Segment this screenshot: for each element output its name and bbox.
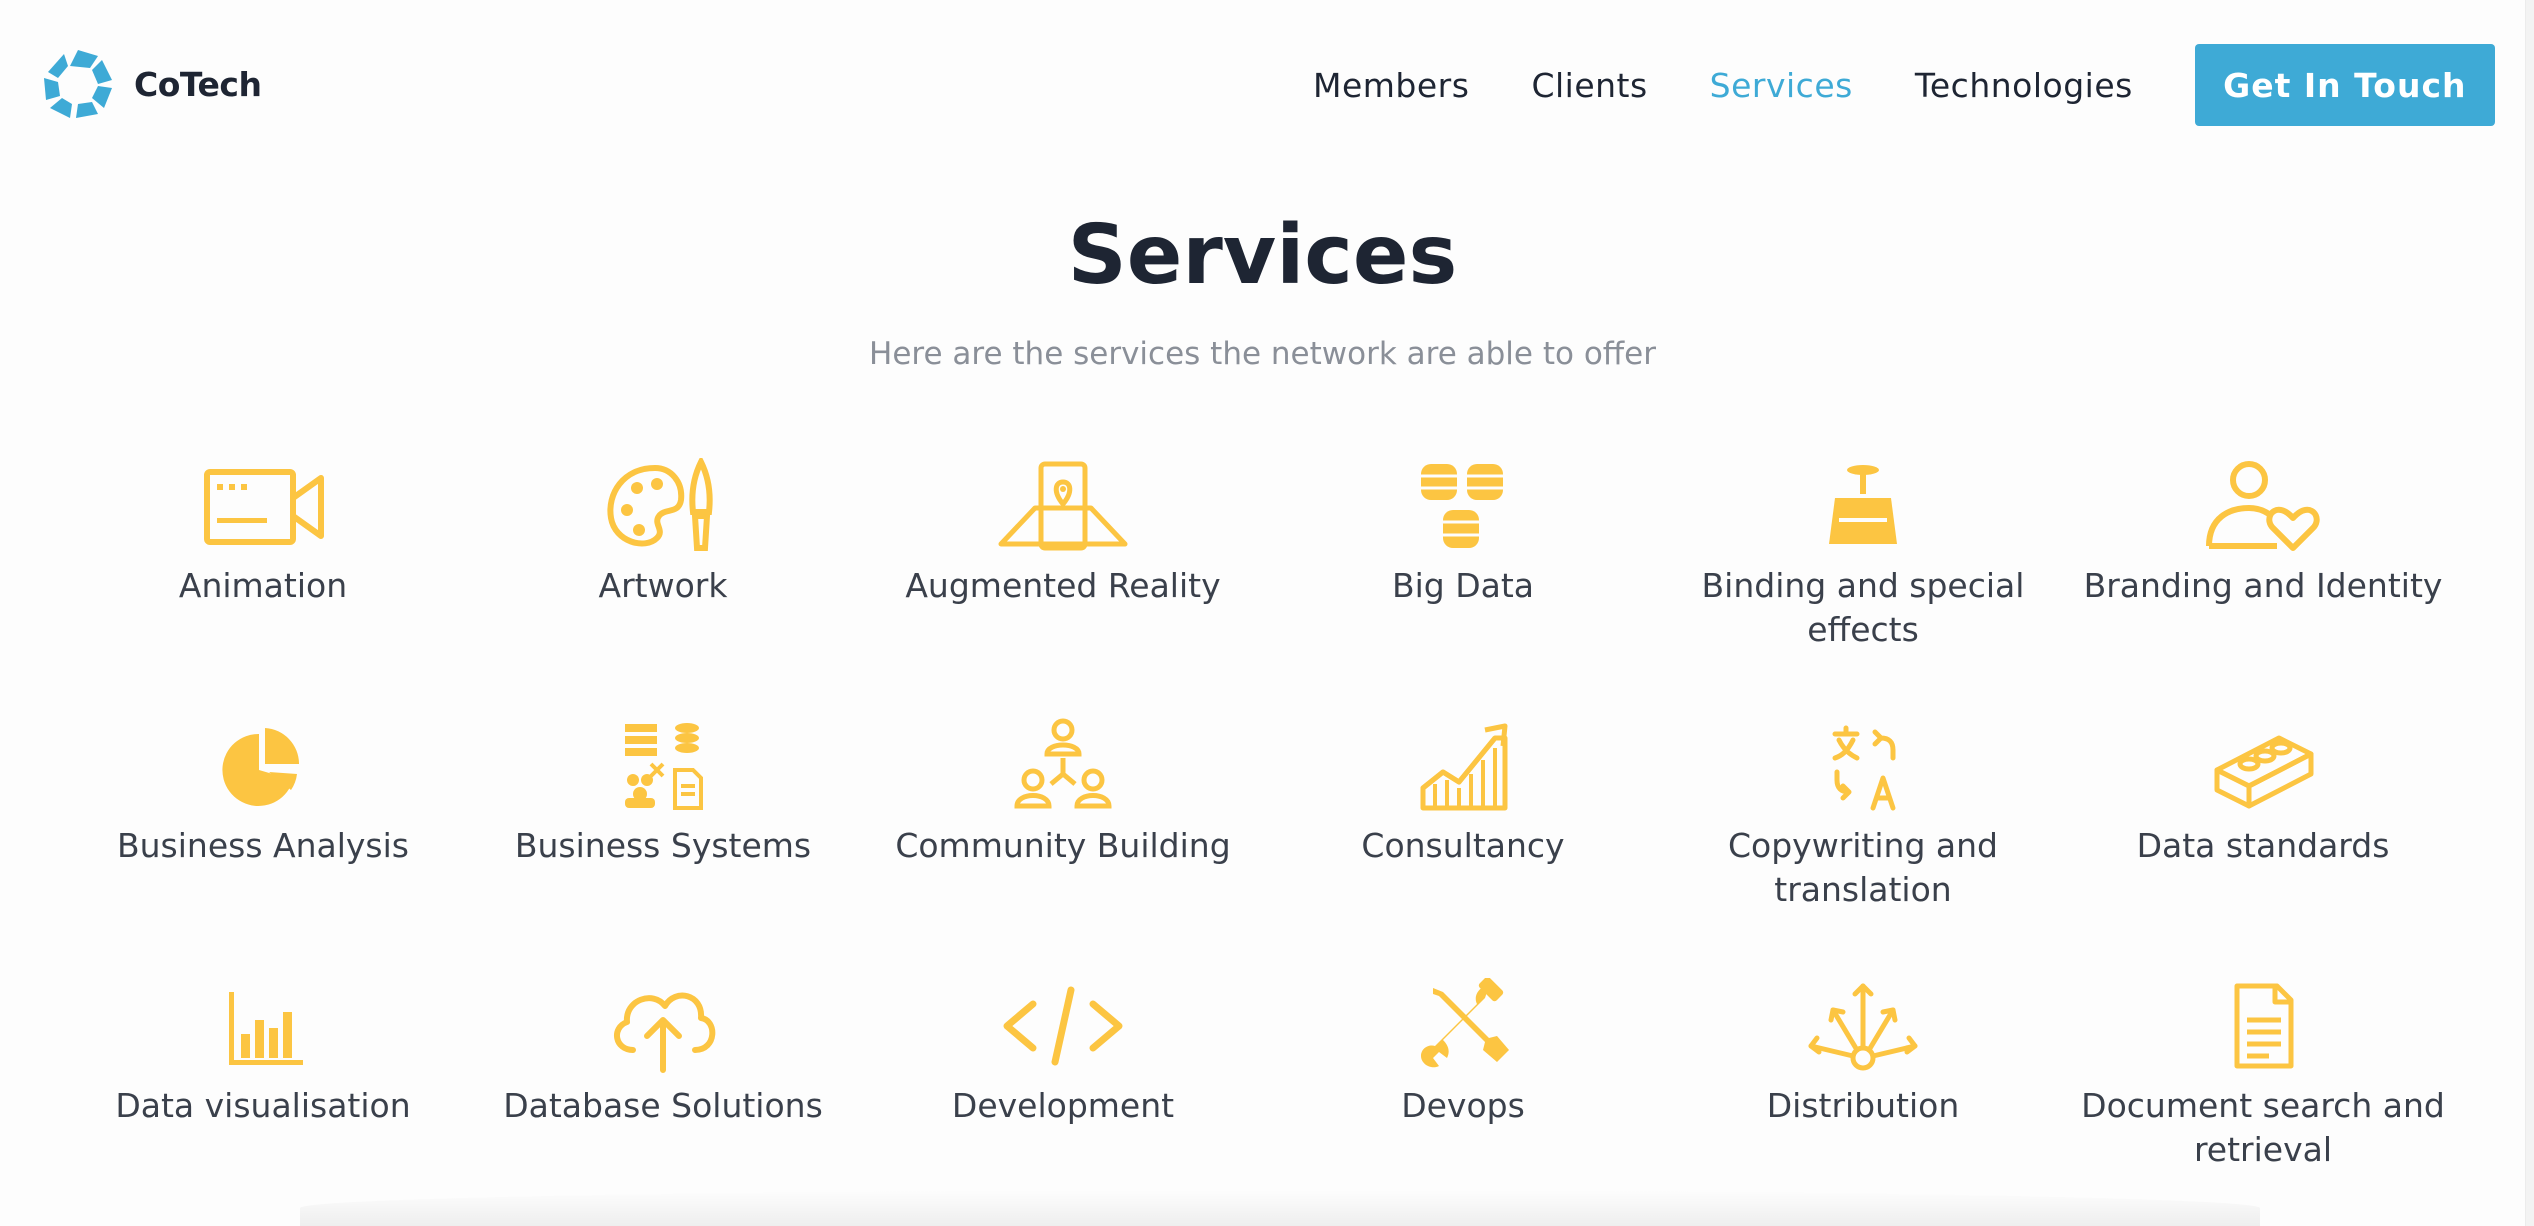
service-animation[interactable]: Animation	[63, 456, 463, 716]
nav-link-members[interactable]: Members	[1313, 66, 1469, 105]
footer-shadow-edge	[300, 1190, 2260, 1226]
service-document-search-and-retrieval[interactable]: Document search and retrieval	[2063, 976, 2463, 1226]
page-title: Services	[1067, 208, 1458, 303]
service-label: Business Systems	[514, 826, 812, 865]
service-data-standards[interactable]: Data standards	[2063, 716, 2463, 976]
nav-link-technologies[interactable]: Technologies	[1915, 66, 2133, 105]
lego-brick-icon	[2214, 735, 2314, 809]
code-icon	[1003, 986, 1123, 1066]
community-people-icon	[1014, 718, 1112, 809]
page-subtitle: Here are the services the network are ab…	[869, 336, 1656, 372]
service-label: Document search and retrieval	[2081, 1086, 2445, 1169]
distribution-arrows-icon	[1808, 983, 1918, 1071]
service-artwork[interactable]: Artwork	[463, 456, 863, 716]
service-label: Artwork	[598, 566, 728, 605]
tools-icon	[1421, 978, 1509, 1068]
service-label: Community Building	[895, 826, 1231, 865]
service-distribution[interactable]: Distribution	[1663, 976, 2063, 1226]
cloud-upload-icon	[614, 992, 716, 1073]
service-branding-and-identity[interactable]: Branding and Identity	[2063, 456, 2463, 716]
site-header: CoTech Members Clients Services Technolo…	[0, 0, 2525, 168]
page-scrollbar[interactable]	[2525, 0, 2534, 1226]
service-label: Business Analysis	[117, 826, 409, 865]
service-data-visualisation[interactable]: Data visualisation	[63, 976, 463, 1226]
service-database-solutions[interactable]: Database Solutions	[463, 976, 863, 1226]
service-development[interactable]: Development	[863, 976, 1263, 1226]
service-label: Big Data	[1391, 566, 1535, 605]
main-nav: Members Clients Services Technologies Ge…	[1313, 44, 2495, 126]
bar-chart-icon	[229, 992, 303, 1065]
service-augmented-reality[interactable]: Augmented Reality	[863, 456, 1263, 716]
service-label: Consultancy	[1361, 826, 1565, 865]
pie-chart-icon	[222, 728, 300, 806]
service-label: Branding and Identity	[2083, 566, 2443, 605]
coin-stacks-icon	[1421, 464, 1503, 548]
service-big-data[interactable]: Big Data	[1263, 456, 1663, 716]
service-label: Augmented Reality	[905, 566, 1221, 605]
person-heart-icon	[2206, 461, 2320, 551]
brand-name: CoTech	[134, 64, 262, 104]
nav-link-services[interactable]: Services	[1710, 66, 1853, 105]
services-grid: Animation Artwork Augmented Reality Big …	[63, 456, 2463, 1226]
palette-brush-icon	[607, 458, 713, 551]
service-copywriting-and-translation[interactable]: Copywriting and translation	[1663, 716, 2063, 976]
service-business-analysis[interactable]: Business Analysis	[63, 716, 463, 976]
service-label: Copywriting and translation	[1728, 826, 1998, 909]
service-business-systems[interactable]: Business Systems	[463, 716, 863, 976]
service-label: Animation	[178, 566, 348, 605]
ar-phone-map-icon	[998, 461, 1128, 551]
service-label: Devops	[1401, 1086, 1525, 1125]
service-consultancy[interactable]: Consultancy	[1263, 716, 1663, 976]
service-community-building[interactable]: Community Building	[863, 716, 1263, 976]
cotech-logo-icon	[44, 50, 112, 118]
service-devops[interactable]: Devops	[1263, 976, 1663, 1226]
video-camera-icon	[204, 469, 324, 545]
service-label: Development	[951, 1086, 1175, 1125]
business-systems-icon	[625, 723, 703, 810]
get-in-touch-button[interactable]: Get In Touch	[2194, 44, 2495, 126]
binding-machine-icon	[1829, 465, 1897, 544]
nav-link-clients[interactable]: Clients	[1531, 66, 1647, 105]
translate-icon	[1832, 725, 1896, 811]
service-label: Data standards	[2136, 826, 2390, 865]
service-label: Data visualisation	[115, 1086, 411, 1125]
brand-logo[interactable]: CoTech	[40, 46, 262, 122]
service-binding-and-special-effects[interactable]: Binding and special effects	[1663, 456, 2063, 716]
document-icon	[2234, 983, 2294, 1069]
service-label: Distribution	[1766, 1086, 1960, 1125]
growth-chart-icon	[1420, 723, 1508, 811]
service-label: Binding and special effects	[1701, 566, 2025, 649]
service-label: Database Solutions	[503, 1086, 823, 1125]
